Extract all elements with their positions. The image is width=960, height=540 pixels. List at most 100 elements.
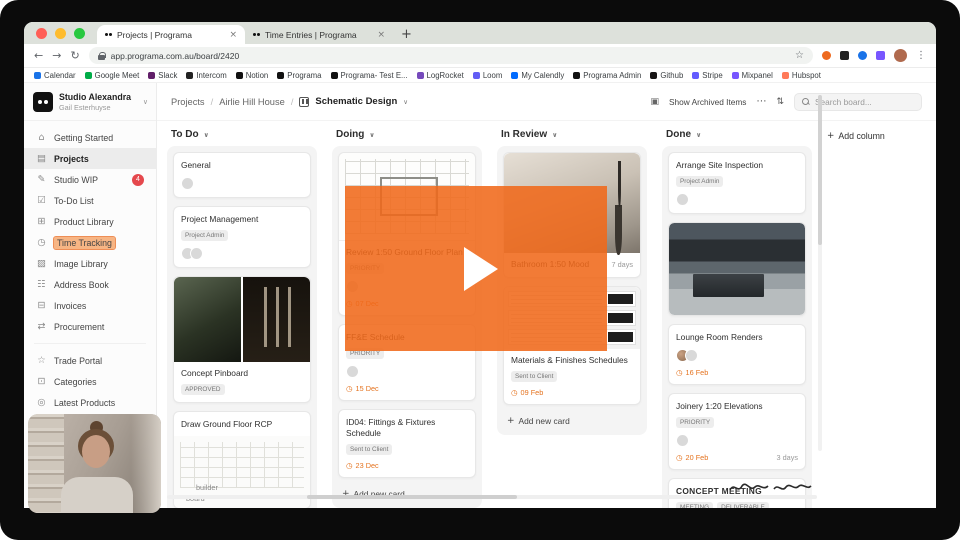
extension-icon-4[interactable]: [876, 51, 885, 60]
card-draw-ground-floor-rcp[interactable]: Draw Ground Floor RCP builder board: [173, 410, 311, 508]
sidebar-item-trade-portal[interactable]: ☆ Trade Portal: [24, 350, 156, 371]
sidebar-item-time-tracking[interactable]: ◷ Time Tracking: [24, 232, 156, 253]
new-tab-button[interactable]: +: [401, 27, 412, 42]
card-project-management[interactable]: Project Management Project Admin: [173, 205, 311, 268]
bookmark-mixpanel[interactable]: Mixpanel: [731, 71, 773, 80]
extension-icon-2[interactable]: [840, 51, 849, 60]
avatar: [346, 364, 359, 378]
sidebar-item-studio-wip[interactable]: ✎ Studio WIP 4: [24, 169, 156, 190]
window-controls[interactable]: [24, 22, 97, 44]
sidebar-item-product-library[interactable]: ⊞ Product Library: [24, 211, 156, 232]
card-joinery-elevations[interactable]: Joinery 1:20 Elevations PRIORITY ◷ 20 Fe…: [668, 392, 806, 470]
video-play-button[interactable]: [345, 186, 607, 351]
play-icon: [464, 246, 498, 291]
bookmarks-bar: Calendar Google Meet Slack Intercom Noti…: [24, 68, 936, 83]
days-in-column: 3 days: [776, 452, 799, 462]
close-tab-icon[interactable]: ×: [377, 30, 385, 40]
workspace-switcher[interactable]: Studio Alexandra Gail Esterhuyse ∨: [24, 83, 156, 121]
back-button[interactable]: ←: [34, 49, 43, 62]
avatar: [181, 176, 194, 190]
zoom-window-button[interactable]: [74, 27, 85, 39]
tag: Project Admin: [676, 175, 724, 187]
column-header[interactable]: To Do ∨: [167, 127, 317, 146]
chevron-down-icon[interactable]: ∨: [403, 98, 408, 106]
tag: PRIORITY: [676, 416, 715, 428]
projects-icon: ▤: [37, 153, 46, 164]
bookmark-intercom[interactable]: Intercom: [186, 71, 227, 80]
board-search[interactable]: [794, 92, 922, 111]
sidebar-item-latest-products[interactable]: ◎ Latest Products: [24, 392, 156, 413]
forward-button[interactable]: →: [52, 49, 61, 62]
tag: Sent to Client: [511, 370, 558, 382]
sidebar-item-image-library[interactable]: ▨ Image Library: [24, 253, 156, 274]
tab-projects[interactable]: Projects | Programa ×: [97, 25, 245, 44]
more-options-icon[interactable]: ⋯: [756, 96, 766, 107]
close-window-button[interactable]: [36, 27, 47, 39]
chrome-menu-icon[interactable]: ⋮: [916, 50, 926, 61]
grid-icon: ⊞: [37, 216, 46, 227]
add-column-button[interactable]: + Add column: [827, 131, 897, 141]
horizontal-scrollbar[interactable]: [167, 495, 817, 499]
sidebar-item-getting-started[interactable]: ⌂ Getting Started: [24, 127, 156, 148]
bookmark-hubspot[interactable]: Hubspot: [781, 71, 821, 80]
bookmark-logrocket[interactable]: LogRocket: [416, 71, 464, 80]
sidebar-item-procurement[interactable]: ⇄ Procurement: [24, 316, 156, 337]
sidebar-item-projects[interactable]: ▤ Projects: [24, 148, 156, 169]
card-concept-pinboard[interactable]: Concept Pinboard APPROVED: [173, 275, 311, 403]
plus-icon: +: [507, 415, 515, 426]
bookmark-programa[interactable]: Programa: [277, 71, 322, 80]
avatar: [685, 348, 698, 362]
card-kitchen-render[interactable]: [668, 221, 806, 316]
breadcrumb-project-name[interactable]: Airlie Hill House: [219, 97, 285, 107]
divider: [34, 343, 146, 344]
profile-avatar[interactable]: [894, 49, 907, 62]
bookmark-google-meet[interactable]: Google Meet: [84, 71, 139, 80]
bookmark-favicon: [573, 71, 581, 79]
tab-time-entries[interactable]: Time Entries | Programa ×: [245, 25, 393, 44]
bookmark-stripe[interactable]: Stripe: [692, 71, 723, 80]
sort-icon[interactable]: ⇅: [776, 97, 784, 107]
reload-button[interactable]: ↻: [70, 49, 79, 62]
sidebar-item-categories[interactable]: ⊡ Categories: [24, 371, 156, 392]
show-archived-toggle[interactable]: Show Archived Items: [669, 97, 746, 107]
video-frame: Projects | Programa × Time Entries | Pro…: [0, 0, 960, 540]
due-date-clock-icon: ◷: [676, 452, 683, 462]
bookmark-favicon: [235, 71, 243, 79]
bookmark-my-calendly[interactable]: My Calendly: [511, 71, 564, 80]
bookmark-calendar[interactable]: Calendar: [34, 71, 76, 80]
pencil-icon: ✎: [37, 174, 46, 185]
browser-toolbar: ← → ↻ app.programa.com.au/board/2420 ☆ ⋮: [24, 44, 936, 68]
address-bar[interactable]: app.programa.com.au/board/2420 ☆: [88, 47, 813, 64]
card-fittings-fixtures-schedule[interactable]: ID04: Fittings & Fixtures Schedule Sent …: [338, 408, 476, 478]
bookmark-github[interactable]: Github: [650, 71, 683, 80]
vertical-scrollbar[interactable]: [818, 95, 822, 451]
bookmark-slack[interactable]: Slack: [148, 71, 177, 80]
workspace-name: Studio Alexandra: [59, 92, 132, 103]
bookmark-star-icon[interactable]: ☆: [795, 50, 804, 61]
column-header[interactable]: In Review ∨: [497, 127, 647, 146]
column-header[interactable]: Doing ∨: [332, 127, 482, 146]
breadcrumb-projects[interactable]: Projects: [171, 97, 205, 107]
due-date: 20 Feb: [685, 452, 709, 462]
card-arrange-site-inspection[interactable]: Arrange Site Inspection Project Admin: [668, 152, 806, 214]
sidebar-item-to-do-list[interactable]: ☑ To-Do List: [24, 190, 156, 211]
column-header[interactable]: Done ∨: [662, 127, 812, 146]
bookmark-notion[interactable]: Notion: [235, 71, 268, 80]
bookmark-programa-admin[interactable]: Programa Admin: [573, 71, 641, 80]
add-new-card-button[interactable]: + Add new card: [338, 486, 476, 502]
extension-icon-1[interactable]: [822, 51, 831, 60]
close-tab-icon[interactable]: ×: [229, 30, 237, 40]
bookmark-loom[interactable]: Loom: [472, 71, 502, 80]
minimize-window-button[interactable]: [55, 27, 66, 39]
sidebar-item-address-book[interactable]: ☷ Address Book: [24, 274, 156, 295]
card-general[interactable]: General: [173, 152, 311, 198]
bookmark-programa-test[interactable]: Programa- Test E...: [330, 71, 408, 80]
card-lounge-room-renders[interactable]: Lounge Room Renders ◷ 16 Feb: [668, 323, 806, 385]
search-input[interactable]: [815, 96, 914, 107]
add-new-card-button[interactable]: + Add new card: [503, 413, 641, 429]
procurement-icon: ⇄: [37, 321, 46, 332]
avatar: [190, 246, 203, 260]
column-done: Done ∨ Arrange Site Inspection Project A…: [662, 127, 812, 508]
sidebar-item-invoices[interactable]: ⊟ Invoices: [24, 295, 156, 316]
extension-icon-3[interactable]: [858, 51, 867, 60]
